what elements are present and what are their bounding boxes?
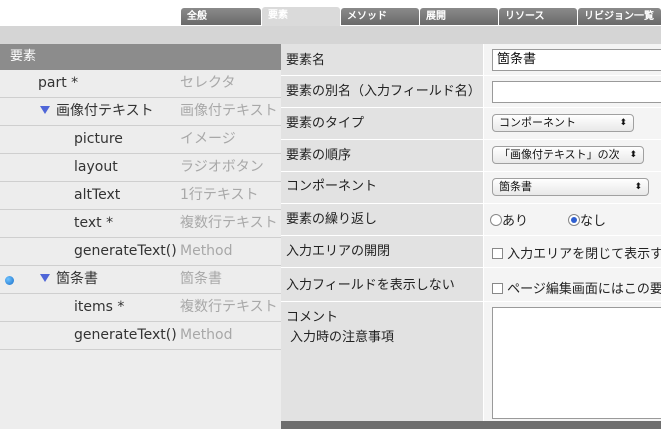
- tree-item-type: ラジオボタン: [180, 159, 264, 175]
- tree-item-type: セレクタ: [180, 75, 236, 91]
- tree-item-name: generateText(): [74, 243, 177, 259]
- select-arrows-icon: ⬍: [629, 150, 637, 160]
- tree-item-name: picture: [74, 131, 123, 147]
- field-label: 入力フィールドを表示しない: [281, 268, 483, 301]
- tree-item-picture[interactable]: picture イメージ: [0, 126, 281, 154]
- option-label: あり: [502, 214, 529, 229]
- tab-bar: 全般 要素 メソッド 展開 リソース リビジョン一覧: [0, 0, 661, 27]
- element-tree-title: 要素: [0, 44, 281, 70]
- comment-textarea[interactable]: [492, 307, 661, 419]
- tree-item-type: 複数行テキスト: [180, 299, 278, 315]
- option-label: なし: [580, 214, 607, 229]
- comment-label-group: コメント 入力時の注意事項: [281, 302, 483, 421]
- select-value: 「画像付テキスト」の次: [499, 148, 620, 161]
- select-value: 箇条書: [499, 180, 532, 193]
- component-select[interactable]: 箇条書 ⬍: [492, 178, 649, 196]
- hide-field-checkbox-option[interactable]: ページ編集画面にはこの要: [492, 278, 661, 297]
- tree-item-type: 1行テキスト: [180, 187, 259, 203]
- tab-elements[interactable]: 要素: [262, 7, 340, 27]
- tree-item-name: generateText(): [74, 327, 177, 343]
- tab-label: メソッド: [347, 11, 387, 22]
- select-arrows-icon: ⬍: [619, 118, 627, 128]
- tree-item-part[interactable]: part * セレクタ: [0, 70, 281, 98]
- expand-triangle-icon[interactable]: [40, 274, 50, 282]
- row-component: コンポーネント 箇条書 ⬍: [281, 172, 661, 204]
- row-alias: 要素の別名（入力フィールド名）: [281, 76, 661, 108]
- row-input-area: 入力エリアの開閉 入力エリアを閉じて表示す: [281, 236, 661, 268]
- repeat-no-option[interactable]: なし: [568, 210, 606, 229]
- tree-item-name: text *: [74, 215, 114, 231]
- radio-selected-icon[interactable]: [568, 214, 580, 226]
- element-name-input[interactable]: 箇条書: [492, 49, 661, 71]
- field-label: 要素名: [281, 44, 483, 75]
- checkbox-icon[interactable]: [492, 248, 503, 259]
- tree-item-type: Method: [180, 327, 233, 343]
- tree-item-generate-text[interactable]: generateText() Method: [0, 238, 281, 266]
- checkbox-icon[interactable]: [492, 283, 503, 294]
- element-properties: 要素名 箇条書 要素の別名（入力フィールド名） 要素のタイプ コンポーネント ⬍ …: [281, 44, 661, 429]
- row-hide-field: 入力フィールドを表示しない ページ編集画面にはこの要: [281, 268, 661, 302]
- tree-item-name: 画像付テキスト: [56, 103, 154, 119]
- type-select[interactable]: コンポーネント ⬍: [492, 114, 634, 132]
- input-area-checkbox-option[interactable]: 入力エリアを閉じて表示す: [492, 243, 661, 262]
- selected-dot-icon: [5, 276, 14, 285]
- tab-label: リソース: [505, 11, 545, 22]
- tree-item-name: part *: [38, 75, 79, 91]
- tree-item-items[interactable]: items * 複数行テキスト: [0, 294, 281, 322]
- tab-revisions[interactable]: リビジョン一覧: [578, 8, 661, 25]
- row-order: 要素の順序 「画像付テキスト」の次 ⬍: [281, 140, 661, 172]
- radio-icon[interactable]: [490, 214, 502, 226]
- tab-general[interactable]: 全般: [181, 8, 261, 25]
- tree-item-layout[interactable]: layout ラジオボタン: [0, 154, 281, 182]
- tree-item-name: 箇条書: [56, 271, 98, 287]
- field-label: 入力エリアの開閉: [281, 236, 483, 267]
- order-select[interactable]: 「画像付テキスト」の次 ⬍: [492, 146, 644, 164]
- expand-triangle-icon[interactable]: [40, 106, 50, 114]
- tab-resources[interactable]: リソース: [499, 8, 577, 25]
- field-sublabel: 入力時の注意事項: [290, 330, 395, 345]
- option-label: ページ編集画面にはこの要: [507, 282, 661, 297]
- row-repeat: 要素の繰り返し あり なし: [281, 204, 661, 236]
- select-value: コンポーネント: [499, 116, 576, 129]
- element-tree: 要素 part * セレクタ 画像付テキスト 画像付テキスト picture イ…: [0, 44, 281, 429]
- tree-item-type: 複数行テキスト: [180, 215, 278, 231]
- field-label: 要素の順序: [281, 140, 483, 171]
- row-type: 要素のタイプ コンポーネント ⬍: [281, 108, 661, 140]
- repeat-yes-option[interactable]: あり: [490, 210, 528, 229]
- option-label: 入力エリアを閉じて表示す: [507, 247, 661, 262]
- field-label: 要素の別名（入力フィールド名）: [281, 76, 483, 107]
- tree-item-alttext[interactable]: altText 1行テキスト: [0, 182, 281, 210]
- tree-item-type: Method: [180, 243, 233, 259]
- tree-item-text[interactable]: text * 複数行テキスト: [0, 210, 281, 238]
- tree-item-type: イメージ: [180, 131, 236, 147]
- field-label: 要素のタイプ: [281, 108, 483, 139]
- tab-methods[interactable]: メソッド: [341, 8, 419, 25]
- tab-label: 要素: [268, 10, 288, 21]
- select-arrows-icon: ⬍: [634, 182, 642, 192]
- tab-label: 全般: [187, 11, 207, 22]
- row-element-name: 要素名 箇条書: [281, 44, 661, 76]
- tree-item-name: items *: [74, 299, 125, 315]
- tree-item-bullet-list[interactable]: 箇条書 箇条書: [0, 266, 281, 294]
- sub-bar: [0, 26, 661, 44]
- tab-label: リビジョン一覧: [584, 11, 654, 22]
- tab-label: 展開: [426, 11, 446, 22]
- tree-item-image-text[interactable]: 画像付テキスト 画像付テキスト: [0, 98, 281, 126]
- bottom-bar: [281, 421, 661, 429]
- tree-item-generate-text-2[interactable]: generateText() Method: [0, 322, 281, 350]
- tab-deploy[interactable]: 展開: [420, 8, 498, 25]
- alias-input[interactable]: [492, 81, 661, 103]
- tree-item-type: 箇条書: [180, 271, 222, 287]
- field-label: コンポーネント: [281, 172, 483, 203]
- row-comment: コメント 入力時の注意事項: [281, 302, 661, 422]
- tree-item-name: altText: [74, 187, 121, 203]
- field-label: 要素の繰り返し: [281, 204, 483, 235]
- tree-item-name: layout: [74, 159, 118, 175]
- tree-item-type: 画像付テキスト: [180, 103, 278, 119]
- field-label: コメント: [286, 310, 339, 325]
